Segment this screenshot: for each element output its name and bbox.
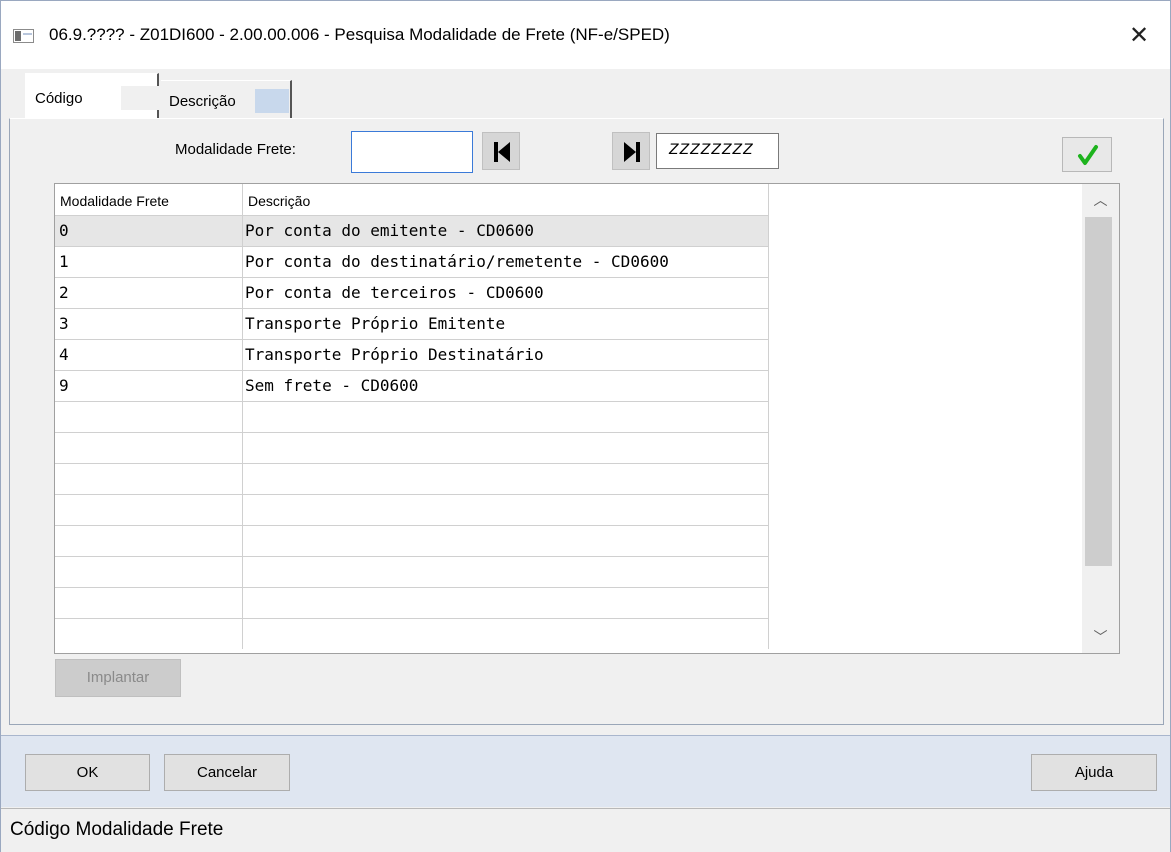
table-row[interactable] (55, 556, 769, 587)
table-row[interactable] (55, 463, 769, 494)
table-row[interactable]: 4 Transporte Próprio Destinatário (55, 339, 769, 370)
cell-descricao (243, 464, 769, 494)
column-header-descricao[interactable]: Descrição (243, 184, 769, 215)
tab-codigo-label: Código (35, 90, 83, 107)
results-grid[interactable]: Modalidade Frete Descrição 0 Por conta do… (54, 183, 1120, 654)
app-icon (13, 29, 34, 43)
table-row[interactable]: 9 Sem frete - CD0600 (55, 370, 769, 401)
tab-descricao[interactable]: Descrição (161, 80, 292, 122)
window-title: 06.9.???? - Z01DI600 - 2.00.00.006 - Pes… (49, 25, 670, 44)
first-record-icon (494, 142, 510, 162)
implantar-button[interactable]: Implantar (55, 659, 181, 697)
vertical-scrollbar[interactable]: ︿ ﹀ (1082, 184, 1119, 653)
grid-header: Modalidade Frete Descrição (55, 184, 769, 215)
modalidade-frete-label: Modalidade Frete: (175, 141, 296, 158)
cell-descricao: Por conta do destinatário/remetente - CD… (243, 247, 769, 277)
cell-modalidade: 4 (55, 340, 243, 370)
cell-modalidade (55, 619, 243, 649)
last-record-icon (624, 142, 640, 162)
cell-descricao: Por conta de terceiros - CD0600 (243, 278, 769, 308)
cell-modalidade (55, 526, 243, 556)
table-row[interactable] (55, 525, 769, 556)
cell-descricao: Transporte Próprio Emitente (243, 309, 769, 339)
table-row[interactable] (55, 401, 769, 432)
table-row[interactable]: 0 Por conta do emitente - CD0600 (55, 215, 769, 246)
cell-modalidade: 2 (55, 278, 243, 308)
modalidade-from-input[interactable] (351, 131, 473, 173)
cell-modalidade (55, 557, 243, 587)
tab-descricao-label: Descrição (169, 93, 236, 110)
modalidade-to-input[interactable]: ZZZZZZZZ (656, 133, 779, 169)
cell-descricao (243, 402, 769, 432)
cell-modalidade: 0 (55, 216, 243, 246)
apply-filter-button[interactable] (1062, 137, 1112, 172)
table-row[interactable]: 3 Transporte Próprio Emitente (55, 308, 769, 339)
cell-modalidade (55, 588, 243, 618)
cell-descricao (243, 557, 769, 587)
cell-descricao: Por conta do emitente - CD0600 (243, 216, 769, 246)
cell-descricao: Transporte Próprio Destinatário (243, 340, 769, 370)
cancel-button[interactable]: Cancelar (164, 754, 290, 791)
close-icon[interactable]: ✕ (1117, 17, 1161, 53)
dialog-window: 06.9.???? - Z01DI600 - 2.00.00.006 - Pes… (0, 0, 1171, 852)
cell-descricao (243, 433, 769, 463)
modalidade-to-value: ZZZZZZZZ (669, 142, 754, 158)
table-row[interactable]: 2 Por conta de terceiros - CD0600 (55, 277, 769, 308)
title-bar: 06.9.???? - Z01DI600 - 2.00.00.006 - Pes… (1, 1, 1170, 69)
cell-modalidade (55, 464, 243, 494)
cell-descricao (243, 526, 769, 556)
scroll-up-icon[interactable]: ︿ (1082, 184, 1119, 216)
table-row[interactable] (55, 494, 769, 525)
cell-modalidade (55, 495, 243, 525)
scroll-thumb[interactable] (1085, 217, 1112, 566)
table-row[interactable] (55, 618, 769, 649)
table-row[interactable] (55, 432, 769, 463)
ok-button[interactable]: OK (25, 754, 150, 791)
checkmark-icon (1078, 145, 1098, 165)
table-row[interactable] (55, 587, 769, 618)
scroll-down-icon[interactable]: ﹀ (1082, 621, 1119, 653)
cell-modalidade (55, 433, 243, 463)
status-text: Código Modalidade Frete (10, 819, 224, 840)
cell-descricao (243, 619, 769, 649)
column-header-modalidade[interactable]: Modalidade Frete (55, 184, 243, 215)
cell-descricao (243, 495, 769, 525)
last-record-button[interactable] (612, 132, 650, 170)
first-record-button[interactable] (482, 132, 520, 170)
help-button[interactable]: Ajuda (1031, 754, 1157, 791)
cell-descricao (243, 588, 769, 618)
cell-modalidade: 1 (55, 247, 243, 277)
cell-descricao: Sem frete - CD0600 (243, 371, 769, 401)
cell-modalidade: 3 (55, 309, 243, 339)
cell-modalidade (55, 402, 243, 432)
table-row[interactable]: 1 Por conta do destinatário/remetente - C… (55, 246, 769, 277)
cell-modalidade: 9 (55, 371, 243, 401)
